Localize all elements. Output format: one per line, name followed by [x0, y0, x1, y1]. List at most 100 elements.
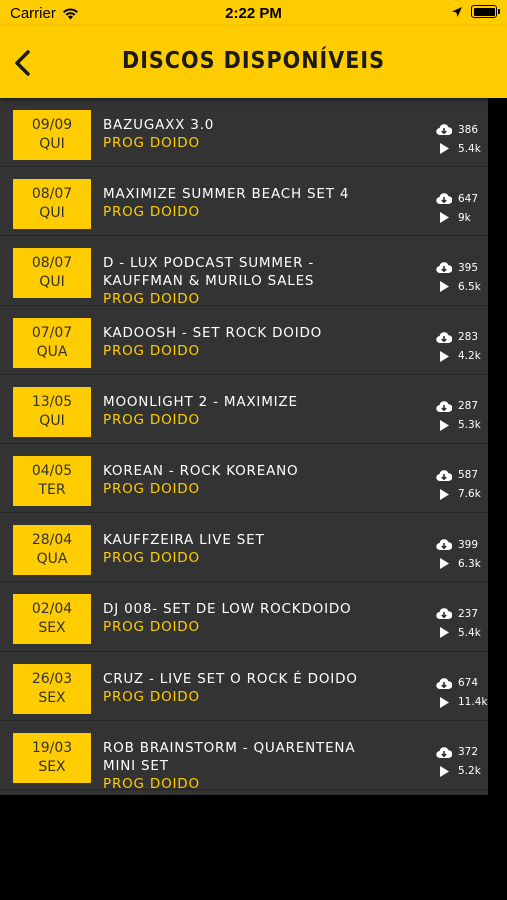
disc-stats: 386 5.4k: [430, 120, 481, 158]
downloads-count: 399: [458, 538, 479, 551]
date-label: 26/03: [31, 670, 73, 687]
disc-row[interactable]: 13/05 QUI MOONLIGHT 2 - MAXIMIZE PROG DO…: [0, 375, 488, 444]
disc-row[interactable]: 08/07 QUI MAXIMIZE SUMMER BEACH SET 4 PR…: [0, 167, 488, 237]
cloud-download-icon: [436, 124, 452, 136]
downloads-stat: 395: [430, 258, 480, 277]
plays-stat: 5.4k: [430, 139, 481, 158]
cloud-download-icon: [436, 677, 452, 689]
status-right: [451, 5, 500, 18]
play-icon: [440, 281, 449, 293]
date-badge: 26/03 SEX: [13, 663, 91, 714]
date-badge: 19/03 SEX: [13, 732, 91, 783]
plays-count: 9k: [458, 211, 471, 224]
plays-count: 4.2k: [458, 350, 481, 363]
disc-title: KOREAN - ROCK KOREANO: [103, 462, 299, 479]
cloud-download-icon: [436, 401, 452, 412]
disc-info: MAXIMIZE SUMMER BEACH SET 4 PROG DOIDO: [103, 185, 393, 222]
date-label: 07/07: [31, 324, 73, 341]
plays-count: 5.3k: [458, 419, 481, 432]
disc-info: DJ 008- SET DE LOW ROCKDOIDO PROG DOIDO: [103, 600, 393, 637]
cloud-download-icon: [436, 331, 452, 343]
cloud-download-icon: [436, 193, 452, 205]
disc-row[interactable]: 07/07 QUA KADOOSH - SET ROCK DOIDO PROG …: [0, 306, 488, 375]
disc-stats: 674 11.4k: [430, 674, 487, 712]
downloads-count: 587: [458, 469, 479, 482]
cloud-download-icon: [436, 608, 452, 620]
downloads-stat: 647: [430, 189, 480, 208]
disc-genre: PROG DOIDO: [103, 411, 200, 428]
plays-stat: 5.2k: [430, 762, 481, 781]
cloud-download-icon: [436, 262, 452, 274]
disc-row[interactable]: 04/05 TER KOREAN - ROCK KOREANO PROG DOI…: [0, 444, 488, 514]
plays-stat: 11.4k: [430, 693, 487, 712]
disc-title: D - LUX PODCAST SUMMER - KAUFFMAN & MURI…: [103, 255, 315, 290]
plays-count: 6.3k: [458, 557, 481, 570]
date-badge: 08/07 QUI: [13, 248, 91, 299]
status-time: 2:22 PM: [225, 5, 282, 22]
disc-genre: PROG DOIDO: [103, 135, 200, 151]
date-badge: 04/05 TER: [13, 455, 91, 506]
weekday-label: QUA: [36, 343, 68, 360]
cloud-download-icon: [436, 539, 452, 551]
disc-info: BAZUGAXX 3.0 PROG DOIDO: [103, 116, 393, 153]
nav-bar: DISCOS DISPONÍVEIS: [0, 26, 507, 98]
downloads-stat: 283: [430, 328, 480, 347]
date-badge: 13/05 QUI: [13, 386, 91, 437]
weekday-label: SEX: [38, 758, 66, 775]
downloads-stat: 399: [430, 535, 480, 554]
disc-title: BAZUGAXX 3.0: [103, 117, 215, 133]
date-badge: 02/04 SEX: [13, 594, 91, 645]
downloads-stat: 372: [430, 743, 480, 762]
plays-count: 5.2k: [458, 765, 481, 778]
downloads-count: 386: [458, 123, 479, 136]
plays-count: 5.4k: [458, 142, 481, 155]
downloads-count: 287: [458, 400, 479, 413]
disc-row[interactable]: 19/03 SEX ROB BRAINSTORM - QUARENTENA MI…: [0, 721, 488, 792]
disc-info: KAUFFZEIRA LIVE SET PROG DOIDO: [103, 531, 393, 568]
downloads-stat: 287: [430, 397, 480, 416]
discs-list[interactable]: 09/09 QUI BAZUGAXX 3.0 PROG DOIDO 386 5.…: [0, 98, 488, 795]
date-label: 09/09: [31, 117, 73, 133]
disc-stats: 587 7.6k: [430, 466, 481, 504]
downloads-stat: 674: [430, 674, 480, 693]
downloads-count: 395: [458, 261, 479, 274]
weekday-label: QUI: [39, 412, 65, 429]
date-label: 02/04: [31, 601, 73, 618]
disc-stats: 283 4.2k: [430, 328, 481, 366]
date-label: 04/05: [31, 462, 73, 479]
disc-row[interactable]: 28/04 QUA KAUFFZEIRA LIVE SET PROG DOIDO…: [0, 513, 488, 583]
disc-row[interactable]: 02/04 SEX DJ 008- SET DE LOW ROCKDOIDO P…: [0, 582, 488, 652]
date-label: 08/07: [31, 255, 73, 272]
downloads-stat: 386: [430, 120, 480, 139]
plays-stat: 4.2k: [430, 347, 481, 366]
plays-stat: 6.5k: [430, 277, 481, 296]
date-badge: 07/07 QUA: [13, 317, 91, 368]
disc-row[interactable]: 26/03 SEX CRUZ - LIVE SET O ROCK É DOIDO…: [0, 652, 488, 721]
date-badge: 08/07 QUI: [13, 179, 91, 230]
play-icon: [440, 696, 449, 708]
disc-row[interactable]: 09/09 QUI BAZUGAXX 3.0 PROG DOIDO 386 5.…: [0, 98, 488, 168]
disc-title: ROB BRAINSTORM - QUARENTENA MINI SET: [103, 739, 356, 774]
plays-stat: 5.4k: [430, 623, 481, 642]
plays-count: 7.6k: [458, 488, 481, 501]
disc-title: MOONLIGHT 2 - MAXIMIZE: [103, 393, 298, 410]
play-icon: [440, 627, 449, 639]
play-icon: [440, 419, 449, 431]
disc-info: KOREAN - ROCK KOREANO PROG DOIDO: [103, 462, 393, 499]
disc-info: CRUZ - LIVE SET O ROCK É DOIDO PROG DOID…: [103, 670, 393, 707]
play-icon: [440, 488, 449, 500]
battery-icon: [471, 5, 500, 18]
cloud-download-icon: [436, 470, 452, 481]
disc-info: ROB BRAINSTORM - QUARENTENA MINI SET PRO…: [103, 739, 393, 794]
plays-stat: 9k: [430, 208, 480, 227]
cloud-download-icon: [436, 746, 452, 758]
location-arrow-icon: [452, 6, 462, 17]
date-label: 08/07: [31, 186, 73, 203]
downloads-stat: 587: [430, 466, 480, 485]
plays-stat: 5.3k: [430, 416, 481, 435]
downloads-count: 237: [458, 607, 479, 620]
play-icon: [440, 212, 449, 224]
plays-stat: 6.3k: [430, 554, 481, 573]
disc-row[interactable]: 08/07 QUI D - LUX PODCAST SUMMER - KAUFF…: [0, 236, 488, 307]
plays-count: 5.4k: [458, 626, 481, 639]
